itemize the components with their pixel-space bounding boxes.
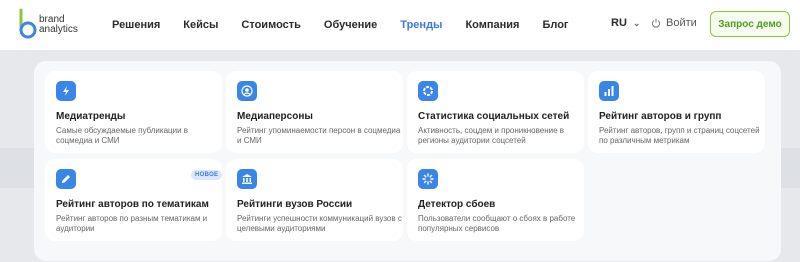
new-badge: НОВОЕ — [191, 170, 223, 180]
nav-item-pricing[interactable]: Стоимость — [241, 19, 301, 31]
trends-dropdown-panel: Медиатренды Самые обсуждаемые публикации… — [34, 61, 781, 261]
card-authors-groups-rating[interactable]: Рейтинг авторов и групп Рейтинг авторов,… — [588, 71, 765, 153]
language-selector[interactable]: RU ⌄ — [611, 17, 640, 29]
card-description: Рейтинг упоминаемости персон в соцмедиа … — [237, 126, 401, 145]
card-title: Медиатренды — [56, 111, 126, 122]
card-title: Статистика социальных сетей — [418, 111, 570, 122]
nav-item-company[interactable]: Компания — [465, 19, 519, 31]
main-nav: Решения Кейсы Стоимость Обучение Тренды … — [112, 0, 592, 50]
card-title: Рейтинги вузов России — [237, 199, 353, 210]
nav-item-blog[interactable]: Блог — [542, 19, 568, 31]
brand-logo[interactable]: brand analytics — [17, 8, 97, 40]
card-title: Рейтинг авторов и групп — [599, 111, 722, 122]
nav-item-trends[interactable]: Тренды — [400, 19, 442, 31]
card-description: Рейтинг авторов по разным тематикам и ау… — [56, 214, 208, 233]
loader-icon — [418, 169, 438, 189]
login-link[interactable]: Войти — [651, 17, 697, 29]
login-label: Войти — [666, 17, 697, 29]
site-header: brand analytics Решения Кейсы Стоимость … — [0, 0, 800, 50]
card-description: Рейтинг авторов, групп и страниц соцсете… — [599, 126, 760, 145]
nav-item-learning[interactable]: Обучение — [324, 19, 377, 31]
card-description: Самые обсуждаемые публикации в соцмедиа … — [56, 126, 189, 145]
chevron-down-icon: ⌄ — [632, 17, 641, 28]
card-description: Пользователи сообщают о сбоях в работе п… — [418, 214, 576, 233]
brand-logo-mark — [19, 8, 37, 39]
brand-line-2: analytics — [39, 24, 78, 35]
card-title: Детектор сбоев — [418, 199, 496, 210]
card-social-stats[interactable]: Статистика социальных сетей Активность, … — [407, 71, 584, 153]
card-universities-rating[interactable]: Рейтинги вузов России Рейтинги успешност… — [226, 159, 403, 241]
pencil-icon — [56, 169, 76, 189]
card-title: Медиаперсоны — [237, 111, 313, 122]
card-media-trends[interactable]: Медиатренды Самые обсуждаемые публикации… — [45, 71, 222, 153]
power-icon — [651, 18, 661, 28]
card-description: Рейтинги успешности коммуникаций вузов с… — [237, 214, 402, 233]
card-authors-by-topic[interactable]: НОВОЕ Рейтинг авторов по тематикам Рейти… — [45, 159, 223, 241]
request-demo-button[interactable]: Запрос демо — [710, 11, 790, 37]
brand-wordmark: brand analytics — [39, 15, 78, 35]
nav-item-cases[interactable]: Кейсы — [183, 19, 218, 31]
university-icon — [237, 169, 257, 189]
card-outage-detector[interactable]: Детектор сбоев Пользователи сообщают о с… — [407, 159, 584, 241]
card-title: Рейтинг авторов по тематикам — [56, 199, 209, 210]
card-description: Активность, соцдем и проникновение в рег… — [418, 126, 565, 145]
card-media-persons[interactable]: Медиаперсоны Рейтинг упоминаемости персо… — [226, 71, 403, 153]
ring-icon — [418, 81, 438, 101]
language-label: RU — [611, 17, 627, 29]
nav-item-solutions[interactable]: Решения — [112, 19, 160, 31]
person-icon — [237, 81, 257, 101]
bar-chart-icon — [599, 81, 619, 101]
lightning-icon — [56, 81, 76, 101]
